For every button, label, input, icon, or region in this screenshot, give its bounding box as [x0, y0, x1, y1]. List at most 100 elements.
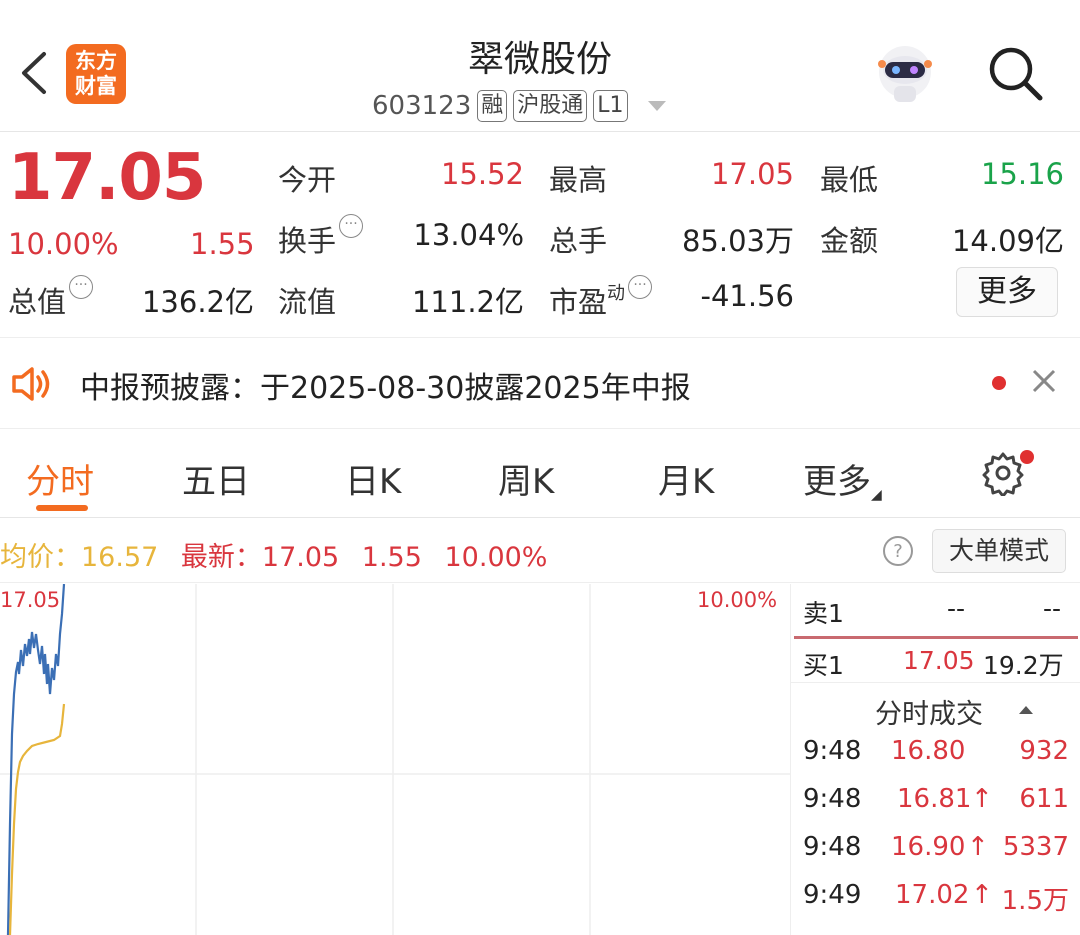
- header: 东方 财富 翠微股份 603123 融 沪股通 L1: [0, 0, 1080, 132]
- svg-text:?: ?: [893, 541, 903, 562]
- tab-intraday[interactable]: 分时: [26, 454, 94, 503]
- trades-title[interactable]: 分时成交: [875, 692, 983, 731]
- unread-dot: [992, 376, 1006, 390]
- trade-time: 9:48: [803, 832, 862, 862]
- trade-arrow: ↑: [971, 784, 993, 814]
- notification-dot: [1020, 450, 1034, 464]
- stock-code: 603123: [372, 91, 472, 121]
- trade-arrow: ↑: [967, 832, 989, 862]
- buy-1-volume: 19.2万: [983, 651, 1064, 680]
- sell-1-row: 卖1 -- --: [791, 594, 1080, 638]
- stat-value-pe: -41.56: [700, 279, 795, 313]
- notice-bar[interactable]: 中报预披露：于2025-08-30披露2025年中报: [0, 339, 1080, 429]
- stat-label-pe-text: 市盈: [549, 285, 608, 319]
- trade-row: 9:49 17.02 ↑ 1.5万: [791, 880, 1080, 920]
- chevron-down-icon[interactable]: [647, 101, 666, 111]
- tab-active-indicator: [36, 505, 88, 511]
- total-value-label[interactable]: 总值 ···: [8, 275, 94, 321]
- total-value: 136.2亿: [141, 285, 254, 319]
- more-dots-icon[interactable]: ···: [339, 214, 364, 238]
- stat-label-amount: 金额: [820, 224, 879, 258]
- trade-time: 9:48: [803, 784, 862, 814]
- search-icon[interactable]: [986, 44, 1044, 102]
- chart-info-row: 均价：16.57 最新：17.05 1.55 10.00% ? 大单模式: [0, 519, 1080, 583]
- tag-level: L1: [593, 90, 628, 122]
- more-dots-icon[interactable]: ···: [628, 275, 653, 299]
- stat-value-turnover: 13.04%: [413, 218, 524, 252]
- tag-margin: 融: [477, 90, 508, 122]
- tab-daily-k[interactable]: 日K: [345, 454, 401, 503]
- sell-1-volume: --: [1043, 594, 1062, 623]
- change-amount: 1.55: [190, 227, 255, 261]
- stat-value-high: 17.05: [710, 157, 794, 191]
- stock-subinfo: 603123 融 沪股通 L1: [372, 90, 666, 122]
- trade-volume: 5337: [1002, 832, 1069, 862]
- latest-value: 17.05: [261, 542, 340, 573]
- trade-time: 9:49: [803, 880, 862, 910]
- change-percent: 10.00%: [8, 227, 119, 261]
- price-summary: 均价：16.57 最新：17.05 1.55 10.00%: [0, 535, 547, 574]
- stat-label-pe-sup: 动: [607, 283, 626, 304]
- trade-time: 9:48: [803, 736, 862, 766]
- divider: [791, 682, 1080, 683]
- total-value-label-text: 总值: [8, 285, 67, 319]
- notice-text: 中报预披露：于2025-08-30披露2025年中报: [80, 371, 691, 406]
- avg-value: 16.57: [81, 542, 159, 573]
- buy-1-price: 17.05: [903, 646, 975, 675]
- buy-1-label: 买1: [803, 651, 844, 680]
- buy-1-row: 买1 17.05 19.2万: [791, 646, 1080, 690]
- stat-value-amount: 14.09亿: [951, 224, 1064, 258]
- stat-label-pe[interactable]: 市盈动 ···: [549, 275, 653, 321]
- more-dots-icon[interactable]: ···: [69, 275, 94, 299]
- tab-five-day[interactable]: 五日: [182, 454, 250, 503]
- tag-connect: 沪股通: [513, 90, 588, 122]
- stat-value-volume: 85.03万: [681, 224, 794, 258]
- stat-label-volume: 总手: [549, 224, 608, 258]
- tab-more-label: 更多: [803, 462, 871, 502]
- tab-more[interactable]: 更多◢: [803, 454, 882, 503]
- order-panel: 卖1 -- -- 买1 17.05 19.2万 分时成交 9:48 16.80 …: [790, 584, 1080, 935]
- robot-assistant-icon[interactable]: [872, 42, 938, 106]
- trade-price: 16.81: [897, 784, 972, 814]
- trade-volume: 1.5万: [1001, 886, 1069, 916]
- y-axis-top-label: 17.05: [0, 588, 61, 612]
- stat-value-float-value: 111.2亿: [411, 285, 524, 319]
- trade-price: 16.90: [891, 832, 966, 862]
- chart-canvas: [0, 583, 790, 935]
- stat-label-turnover[interactable]: 换手 ···: [278, 214, 364, 260]
- speaker-icon: [12, 367, 50, 401]
- big-order-mode-button[interactable]: 大单模式: [932, 529, 1066, 573]
- intraday-chart[interactable]: 17.05 10.00%: [0, 583, 790, 935]
- stat-label-turnover-text: 换手: [278, 224, 337, 258]
- caret-up-icon[interactable]: [1019, 706, 1033, 714]
- more-stats-button[interactable]: 更多: [956, 267, 1058, 317]
- close-icon[interactable]: [1030, 367, 1058, 395]
- latest-label: 最新：: [180, 542, 262, 573]
- stat-label-open: 今开: [278, 163, 337, 197]
- trade-row: 9:48 16.80 932: [791, 736, 1080, 776]
- stat-label-low: 最低: [820, 163, 879, 197]
- avg-label: 均价：: [0, 542, 81, 573]
- trade-row: 9:48 16.81 ↑ 611: [791, 784, 1080, 824]
- sell-1-label: 卖1: [803, 599, 844, 628]
- quote-panel: 17.05 10.00% 1.55 总值 ··· 136.2亿 今开 15.52 …: [0, 133, 1080, 338]
- stat-label-float-value: 流值: [278, 285, 337, 319]
- pct-axis-top-label: 10.00%: [697, 588, 778, 612]
- trade-volume: 932: [1019, 736, 1069, 766]
- trade-price: 16.80: [891, 736, 966, 766]
- stat-value-open: 15.52: [440, 157, 524, 191]
- divider: [794, 636, 1078, 639]
- price-line: [6, 583, 66, 935]
- sell-1-price: --: [947, 594, 966, 623]
- corner-triangle-icon: ◢: [871, 487, 882, 503]
- trade-price: 17.02: [895, 880, 970, 910]
- help-icon[interactable]: ?: [882, 535, 914, 567]
- chart-tabs: 分时 五日 日K 周K 月K 更多◢: [0, 430, 1080, 518]
- stat-label-high: 最高: [549, 163, 608, 197]
- tab-weekly-k[interactable]: 周K: [498, 454, 554, 503]
- trade-row: 9:48 16.90 ↑ 5337: [791, 832, 1080, 872]
- latest-pct: 10.00%: [444, 542, 548, 573]
- tab-monthly-k[interactable]: 月K: [658, 454, 714, 503]
- trade-volume: 611: [1019, 784, 1069, 814]
- latest-change: 1.55: [361, 542, 422, 573]
